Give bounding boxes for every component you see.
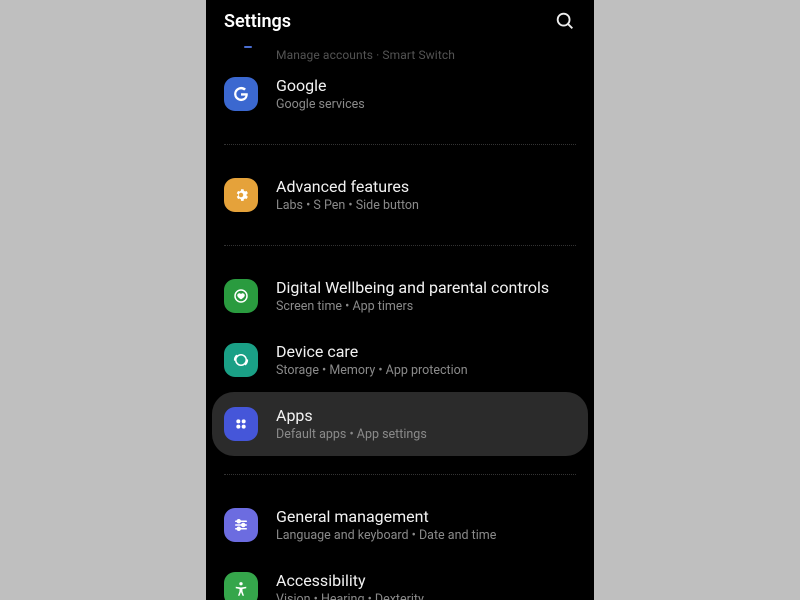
settings-item-title: Apps: [276, 406, 576, 425]
settings-item-sub: Manage accounts · Smart Switch: [276, 48, 576, 62]
settings-screen: Settings Manage accounts · Smart Switch …: [206, 0, 594, 600]
settings-item-accounts-partial[interactable]: Manage accounts · Smart Switch: [206, 42, 594, 62]
accounts-icon: [244, 46, 252, 48]
wellbeing-icon: [224, 279, 258, 313]
advanced-icon: [224, 178, 258, 212]
settings-item-sub: Storage • Memory • App protection: [276, 363, 576, 378]
settings-item-sub: Labs • S Pen • Side button: [276, 198, 576, 213]
settings-item-google[interactable]: Google Google services: [206, 62, 594, 126]
settings-item-title: Google: [276, 76, 576, 95]
settings-item-sub: Screen time • App timers: [276, 299, 576, 314]
settings-item-text: Digital Wellbeing and parental controls …: [276, 278, 576, 314]
settings-item-text: General management Language and keyboard…: [276, 507, 576, 543]
settings-item-text: Google Google services: [276, 76, 576, 112]
settings-item-title: Device care: [276, 342, 576, 361]
settings-item-title: Digital Wellbeing and parental controls: [276, 278, 576, 297]
device-care-icon: [224, 343, 258, 377]
header: Settings: [206, 0, 594, 42]
settings-item-sub: Default apps • App settings: [276, 427, 576, 442]
settings-item-title: General management: [276, 507, 576, 526]
settings-item-text: Apps Default apps • App settings: [276, 406, 576, 442]
settings-item-text: Device care Storage • Memory • App prote…: [276, 342, 576, 378]
settings-item-device-care[interactable]: Device care Storage • Memory • App prote…: [206, 328, 594, 392]
settings-item-sub: Vision • Hearing • Dexterity: [276, 592, 576, 600]
settings-item-accessibility[interactable]: Accessibility Vision • Hearing • Dexteri…: [206, 557, 594, 600]
divider: [224, 144, 576, 145]
accessibility-icon: [224, 572, 258, 600]
settings-item-advanced[interactable]: Advanced features Labs • S Pen • Side bu…: [206, 163, 594, 227]
search-icon[interactable]: [554, 10, 576, 32]
settings-item-apps[interactable]: Apps Default apps • App settings: [212, 392, 588, 456]
settings-item-title: Advanced features: [276, 177, 576, 196]
divider: [224, 245, 576, 246]
settings-item-general[interactable]: General management Language and keyboard…: [206, 493, 594, 557]
settings-item-sub: Google services: [276, 97, 576, 112]
settings-item-sub: Language and keyboard • Date and time: [276, 528, 576, 543]
general-icon: [224, 508, 258, 542]
page-title: Settings: [224, 11, 291, 32]
settings-item-title: Accessibility: [276, 571, 576, 590]
settings-item-text: Accessibility Vision • Hearing • Dexteri…: [276, 571, 576, 600]
google-icon: [224, 77, 258, 111]
settings-item-text: Advanced features Labs • S Pen • Side bu…: [276, 177, 576, 213]
apps-icon: [224, 407, 258, 441]
spacer: [206, 456, 594, 474]
settings-list: Manage accounts · Smart Switch Google Go…: [206, 42, 594, 600]
divider: [224, 474, 576, 475]
settings-item-wellbeing[interactable]: Digital Wellbeing and parental controls …: [206, 264, 594, 328]
